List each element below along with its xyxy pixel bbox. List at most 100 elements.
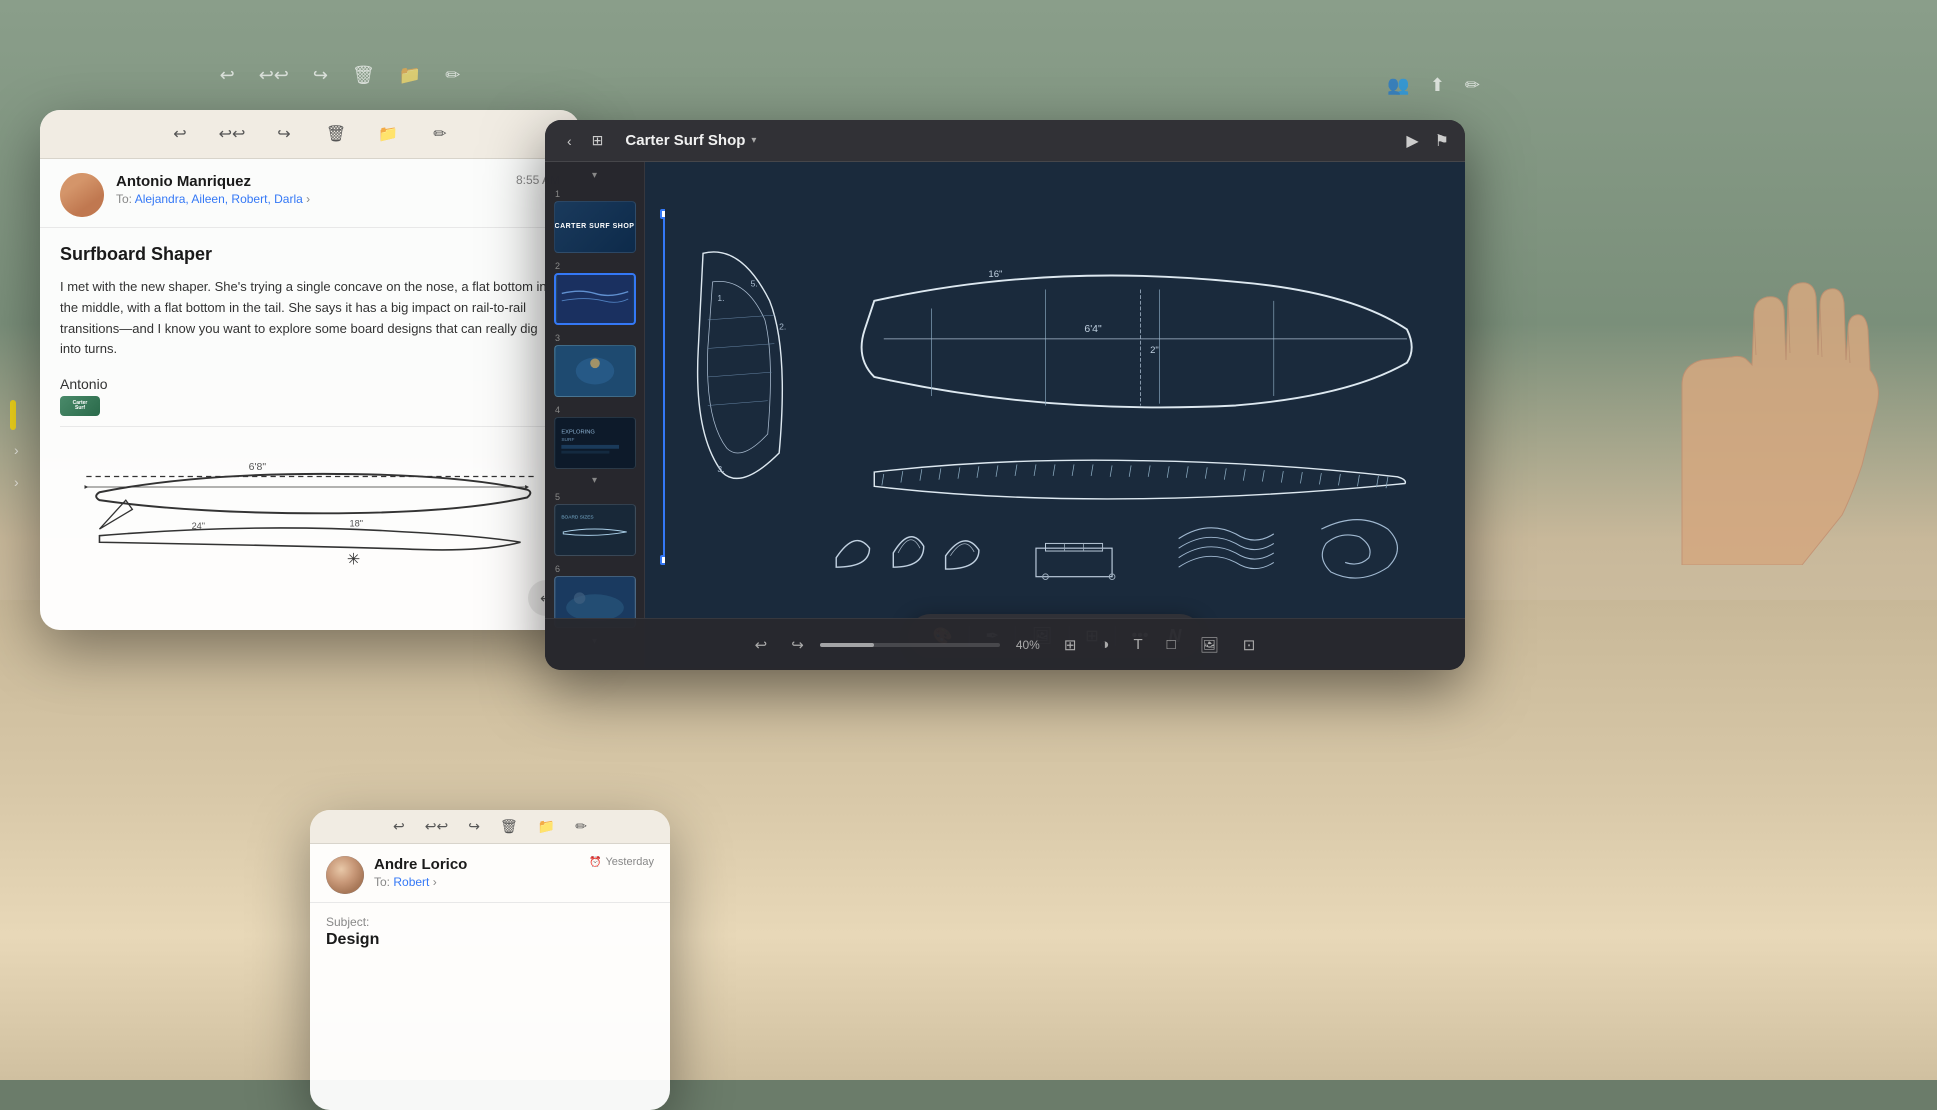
pres-book-icon[interactable]: ⊞: [586, 128, 610, 153]
pres-annotate-icon[interactable]: ✏: [1465, 75, 1480, 96]
slide-thumbnail-5[interactable]: BOARD SIZES: [554, 504, 636, 556]
reply-all-chrome-icon[interactable]: ↩↩: [259, 65, 289, 86]
recipients-link[interactable]: Alejandra, Aileen, Robert, Darla: [135, 192, 303, 206]
email-window-chrome: ↩ ↩↩ ↪ 🗑 📁 ✏: [100, 65, 580, 86]
slide-thumb-3[interactable]: 3: [545, 329, 644, 401]
svg-text:5.: 5.: [751, 279, 758, 289]
email-panel-main: ↩ ↩↩ ↪ 🗑 📁 ✏ Antonio Manriquez To: Aleja…: [40, 110, 580, 630]
pres-title: Carter Surf Shop: [625, 132, 745, 149]
main-slide-area[interactable]: 1. 5. 2. 3. 6'4": [645, 162, 1465, 668]
background-counter: [0, 600, 1937, 1080]
avatar-face: [60, 173, 104, 217]
email-bottom-body: Subject: Design: [310, 903, 670, 961]
pres-title-dropdown[interactable]: ▾: [751, 135, 756, 146]
media-insert-icon[interactable]: 🖼: [1192, 630, 1227, 660]
email-trash-icon[interactable]: 🗑: [322, 120, 350, 148]
slide-thumbnail-4[interactable]: EXPLORING SURF: [554, 417, 636, 469]
svg-text:BOARD SIZES: BOARD SIZES: [561, 514, 593, 520]
shape-insert-icon[interactable]: □: [1159, 630, 1184, 659]
email-bottom-toolbar: ↩ ↩↩ ↪ 🗑 📁 ✏: [310, 810, 670, 844]
andre-avatar: [326, 856, 364, 894]
sender-avatar: [60, 173, 104, 217]
archive-chrome-icon[interactable]: 📁: [399, 65, 421, 86]
email-to-line: To: Alejandra, Aileen, Robert, Darla ›: [116, 192, 504, 206]
email-main-body: Surfboard Shaper I met with the new shap…: [40, 228, 580, 610]
mini-trash-icon[interactable]: 🗑: [500, 818, 518, 835]
left-sidebar: › ›: [10, 400, 23, 494]
email-compose-icon[interactable]: ✏: [426, 120, 454, 148]
svg-text:24": 24": [192, 521, 206, 531]
pres-window-chrome: 👥 ⬆ ✏: [700, 75, 1500, 96]
slide-thumbnail-1[interactable]: carTER SURf shop: [554, 201, 636, 253]
svg-text:✳: ✳: [347, 552, 360, 569]
slide-thumb-2[interactable]: 2: [545, 257, 644, 329]
reply-chrome-icon[interactable]: ↩: [220, 65, 235, 86]
andre-timestamp: Yesterday: [605, 856, 654, 868]
pres-back-button[interactable]: ‹: [561, 129, 578, 153]
trash-chrome-icon[interactable]: 🗑: [352, 65, 375, 86]
email-panel-bottom: ↩ ↩↩ ↪ 🗑 📁 ✏ Andre Lorico To: Robert › ⏰…: [310, 810, 670, 1110]
slide-thumb-4[interactable]: 4 EXPLORING SURF: [545, 401, 644, 473]
sidebar-expand-bottom[interactable]: ›: [10, 470, 23, 494]
slide-thumb-1[interactable]: 1 carTER SURf shop: [545, 185, 644, 257]
thumbnails-collapse-top[interactable]: ▾: [545, 170, 644, 181]
email-bottom-header: Andre Lorico To: Robert › ⏰ Yesterday: [310, 844, 670, 903]
sender-name: Antonio Manriquez: [116, 173, 504, 190]
sender-info: Antonio Manriquez To: Alejandra, Aileen,…: [116, 173, 504, 206]
presentation-toolbar: ‹ ⊞ Carter Surf Shop ▾ ▶ ⚑: [545, 120, 1465, 162]
pres-users-icon[interactable]: 👥: [1387, 75, 1409, 96]
svg-text:16": 16": [988, 269, 1002, 280]
undo-button[interactable]: ↩: [747, 630, 776, 660]
signature-surf-logo: CarterSurf: [60, 396, 100, 416]
svg-text:18": 18": [349, 519, 363, 529]
presentation-content: ▾ 1 carTER SURf shop 2: [545, 162, 1465, 668]
text-insert-icon[interactable]: T: [1125, 630, 1150, 659]
slide-thumbnail-3[interactable]: [554, 345, 636, 397]
table-insert-icon[interactable]: ⊞: [1056, 630, 1085, 660]
pres-play-button[interactable]: ▶: [1406, 131, 1418, 151]
forward-chrome-icon[interactable]: ↪: [313, 65, 328, 86]
signature-logo: CarterSurf: [60, 396, 560, 416]
progress-fill: [820, 643, 874, 647]
mini-compose-icon[interactable]: ✏: [575, 818, 587, 835]
surfboard-sketch-svg: 6'8" 24" 18" ✳: [60, 437, 560, 569]
mini-forward-icon[interactable]: ↪: [468, 818, 480, 835]
slide-thumbnail-2[interactable]: [554, 273, 636, 325]
mini-reply-all-icon[interactable]: ↩↩: [425, 818, 448, 835]
andre-sender-name: Andre Lorico: [374, 856, 579, 873]
svg-text:6'4": 6'4": [1084, 324, 1102, 335]
redo-button[interactable]: ↪: [783, 630, 812, 660]
andre-avatar-img: [326, 856, 364, 894]
andre-sender-info: Andre Lorico To: Robert ›: [374, 856, 579, 889]
svg-text:SURF: SURF: [561, 437, 574, 443]
mini-folder-icon[interactable]: 📁: [538, 818, 555, 835]
email-reply-icon[interactable]: ↩: [166, 120, 194, 148]
compose-chrome-icon[interactable]: ✏: [445, 65, 460, 86]
andre-recipient-link[interactable]: Robert: [393, 875, 429, 889]
slide-thumb-5[interactable]: 5 BOARD SIZES: [545, 488, 644, 560]
email-forward-icon[interactable]: ↪: [270, 120, 298, 148]
surfboard-sketch: 6'8" 24" 18" ✳: [60, 426, 560, 584]
mini-reply-icon[interactable]: ↩: [393, 818, 405, 835]
view-toggle-icon[interactable]: ⊡: [1235, 630, 1264, 660]
email-signature-name: Antonio: [60, 376, 560, 392]
presentation-bottom-bar: ↩ ↪ 40% ⊞ ◑ T □ 🖼 ⊡: [545, 618, 1465, 670]
pres-title-area: Carter Surf Shop ▾: [625, 132, 1398, 149]
sidebar-indicator: [10, 400, 16, 430]
thumb-logo-content: carTER SURf shop: [555, 202, 635, 252]
pres-share-icon[interactable]: ⬆: [1430, 75, 1445, 96]
chart-insert-icon[interactable]: ◑: [1092, 630, 1117, 659]
thumbnails-collapse-mid[interactable]: ▾: [545, 475, 644, 486]
slide-drawing-content: 1. 5. 2. 3. 6'4": [645, 162, 1465, 668]
svg-text:6'8": 6'8": [249, 461, 267, 473]
svg-text:EXPLORING: EXPLORING: [561, 429, 595, 435]
email-main-header: Antonio Manriquez To: Alejandra, Aileen,…: [40, 159, 580, 228]
email-folder-icon[interactable]: 📁: [374, 120, 402, 148]
pres-flag-icon[interactable]: ⚑: [1435, 131, 1449, 151]
slide-drawing-svg: 1. 5. 2. 3. 6'4": [665, 182, 1445, 648]
sidebar-expand-top[interactable]: ›: [10, 438, 23, 462]
email-reply-all-icon[interactable]: ↩↩: [218, 120, 246, 148]
email-main-toolbar: ↩ ↩↩ ↪ 🗑 📁 ✏: [40, 110, 580, 159]
slide-thumbnails-panel: ▾ 1 carTER SURf shop 2: [545, 162, 645, 668]
slide-progress-bar[interactable]: [820, 643, 1000, 647]
